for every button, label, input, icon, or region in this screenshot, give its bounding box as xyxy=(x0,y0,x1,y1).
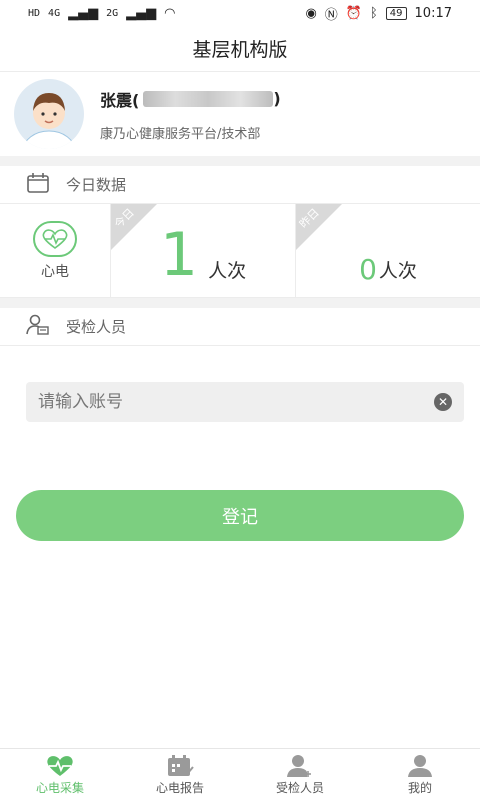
page-title: 基层机构版 xyxy=(0,26,480,72)
tab-ecg-report[interactable]: 心电报告 xyxy=(120,749,240,800)
yesterday-unit: 人次 xyxy=(378,260,417,282)
nfc-icon: Ⓝ xyxy=(324,7,338,23)
account-input[interactable] xyxy=(38,392,434,412)
tab-label: 心电报告 xyxy=(155,781,204,795)
status-left: HD 4G ▂▄▆ 2G ▂▄▆ ◠ xyxy=(28,6,175,21)
tab-label: 心电采集 xyxy=(35,781,84,795)
eye-icon: ◉ xyxy=(305,5,317,21)
section-divider xyxy=(0,298,480,308)
account-input-wrapper: ✕ xyxy=(26,382,464,422)
today-unit: 人次 xyxy=(208,260,247,282)
heart-ecg-icon xyxy=(33,220,77,257)
user-card-icon xyxy=(26,314,50,340)
profile-text: 张震( ) 康乃心健康服务平台/技术部 xyxy=(100,87,281,142)
tab-label: 我的 xyxy=(407,781,432,795)
user-icon xyxy=(405,753,435,779)
yesterday-count: 0 xyxy=(359,253,377,286)
today-data-title: 今日数据 xyxy=(66,176,127,194)
status-bar: HD 4G ▂▄▆ 2G ▂▄▆ ◠ ◉ Ⓝ ⏰ ᛒ 49 10:17 xyxy=(0,0,480,26)
bottom-tab-bar: 心电采集 心电报告 受检人员 我的 xyxy=(0,748,480,800)
profile-name: 张震( ) xyxy=(100,89,281,110)
wifi-icon: ◠ xyxy=(164,5,176,21)
examinee-title: 受检人员 xyxy=(66,318,127,336)
stat-yesterday: 昨日 0 人次 xyxy=(296,204,480,297)
avatar xyxy=(14,79,84,149)
signal-bars-icon: ▂▄▆ xyxy=(126,5,157,21)
tab-mine[interactable]: 我的 xyxy=(360,749,480,800)
status-right: ◉ Ⓝ ⏰ ᛒ 49 10:17 xyxy=(305,4,452,23)
section-divider xyxy=(0,156,480,166)
register-button[interactable]: 登记 xyxy=(16,490,464,541)
signal-2g: 2G xyxy=(106,7,119,19)
masked-phone xyxy=(143,90,274,107)
calendar-icon xyxy=(26,172,50,198)
signal-bars-icon: ▂▄▆ xyxy=(68,5,99,21)
today-count: 1 xyxy=(159,220,199,290)
tab-ecg-collect[interactable]: 心电采集 xyxy=(0,749,120,800)
bluetooth-icon: ᛒ xyxy=(369,5,378,21)
today-data-header: 今日数据 xyxy=(0,166,480,204)
battery-icon: 49 xyxy=(385,6,407,20)
stat-type-ecg: 心电 xyxy=(0,204,111,297)
examinee-header: 受检人员 xyxy=(0,308,480,346)
stat-type-label: 心电 xyxy=(41,263,69,280)
tab-label: 受检人员 xyxy=(275,781,324,795)
signal-4g: 4G xyxy=(48,7,61,19)
profile-card[interactable]: 张震( ) 康乃心健康服务平台/技术部 xyxy=(0,72,480,156)
hd-indicator: HD xyxy=(28,7,41,19)
heart-pulse-icon xyxy=(45,753,75,779)
report-calendar-icon xyxy=(165,753,195,779)
stats-row: 心电 今日 1 人次 昨日 0 人次 xyxy=(0,204,480,298)
clock: 10:17 xyxy=(414,5,452,21)
alarm-icon: ⏰ xyxy=(345,5,362,21)
user-add-icon xyxy=(285,753,315,779)
tab-examinees[interactable]: 受检人员 xyxy=(240,749,360,800)
stat-today: 今日 1 人次 xyxy=(111,204,296,297)
clear-icon[interactable]: ✕ xyxy=(434,393,452,411)
profile-organization: 康乃心健康服务平台/技术部 xyxy=(100,126,261,142)
